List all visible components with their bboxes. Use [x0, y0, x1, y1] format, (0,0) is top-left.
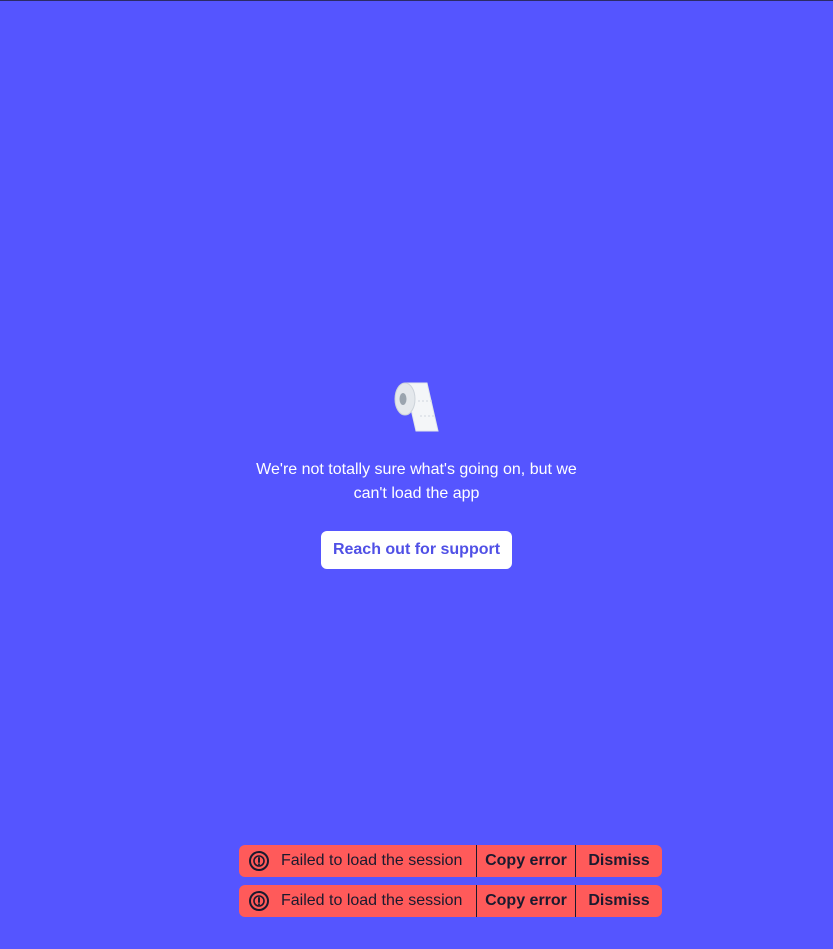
window-top-border: [0, 0, 833, 1]
copy-error-button[interactable]: Copy error: [476, 885, 575, 917]
alert-circle-icon: [249, 891, 269, 911]
dismiss-button[interactable]: Dismiss: [575, 845, 662, 877]
error-panel: We're not totally sure what's going on, …: [0, 382, 833, 569]
error-message: We're not totally sure what's going on, …: [256, 461, 577, 502]
toast-message: Failed to load the session: [281, 852, 463, 869]
dismiss-button[interactable]: Dismiss: [575, 885, 662, 917]
toast-message: Failed to load the session: [281, 892, 463, 909]
reach-out-for-support-button[interactable]: Reach out for support: [320, 531, 513, 569]
toast-stack: Failed to load the session Copy error Di…: [239, 845, 662, 917]
error-toast: Failed to load the session Copy error Di…: [239, 885, 662, 917]
toast-content: Failed to load the session: [239, 885, 476, 917]
toast-content: Failed to load the session: [239, 845, 476, 877]
alert-circle-icon: [249, 851, 269, 871]
copy-error-button[interactable]: Copy error: [476, 845, 575, 877]
error-toast: Failed to load the session Copy error Di…: [239, 845, 662, 877]
toilet-paper-roll-icon: [394, 382, 439, 432]
